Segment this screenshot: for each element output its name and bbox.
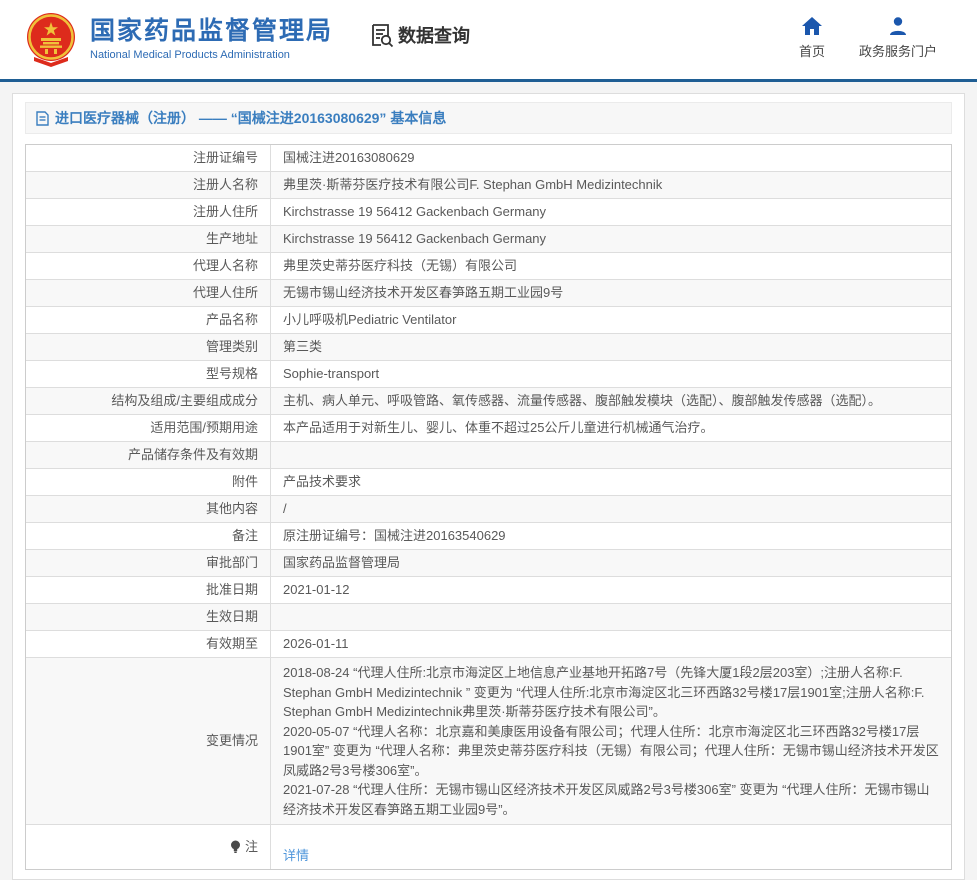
table-row: 产品名称 小儿呼吸机Pediatric Ventilator	[26, 307, 951, 334]
field-value: 弗里茨史蒂芬医疗科技（无锡）有限公司	[271, 253, 951, 279]
field-label: 结构及组成/主要组成成分	[26, 388, 271, 414]
site-header: 国家药品监督管理局 National Medical Products Admi…	[0, 0, 977, 82]
field-label: 适用范围/预期用途	[26, 415, 271, 441]
brand-name-en: National Medical Products Administration	[90, 49, 333, 61]
table-row: 附件 产品技术要求	[26, 469, 951, 496]
table-row: 有效期至 2026-01-11	[26, 631, 951, 658]
field-label: 有效期至	[26, 631, 271, 657]
nmpa-emblem-logo	[24, 11, 78, 69]
home-icon	[801, 16, 823, 36]
table-row: 生效日期	[26, 604, 951, 631]
field-label: 其他内容	[26, 496, 271, 522]
field-label: 附件	[26, 469, 271, 495]
brand[interactable]: 国家药品监督管理局 National Medical Products Admi…	[24, 11, 333, 69]
field-label: 型号规格	[26, 361, 271, 387]
field-label: 管理类别	[26, 334, 271, 360]
field-label: 注册证编号	[26, 145, 271, 171]
table-row: 管理类别 第三类	[26, 334, 951, 361]
field-value	[271, 442, 951, 468]
field-label: 产品名称	[26, 307, 271, 333]
field-value: 2018-08-24 “代理人住所:北京市海淀区上地信息产业基地开拓路7号（先锋…	[271, 658, 951, 824]
field-label: 注册人名称	[26, 172, 271, 198]
table-row: 适用范围/预期用途 本产品适用于对新生儿、婴儿、体重不超过25公斤儿童进行机械通…	[26, 415, 951, 442]
field-label: 备注	[26, 523, 271, 549]
document-search-icon	[369, 22, 395, 48]
detail-link[interactable]: 详情	[283, 848, 309, 863]
field-value	[271, 604, 951, 630]
registration-info-table: 注册证编号 国械注进20163080629 注册人名称 弗里茨·斯蒂芬医疗技术有…	[25, 144, 952, 870]
field-label: 变更情况	[26, 658, 271, 824]
field-value: Kirchstrasse 19 56412 Gackenbach Germany	[271, 199, 951, 225]
field-value: 第三类	[271, 334, 951, 360]
field-value: /	[271, 496, 951, 522]
brand-name-cn: 国家药品监督管理局	[90, 18, 333, 46]
field-value: 弗里茨·斯蒂芬医疗技术有限公司F. Stephan GmbH Medizinte…	[271, 172, 951, 198]
nav-home-label: 首页	[799, 41, 825, 60]
field-value: 2021-01-12	[271, 577, 951, 603]
field-label: 代理人住所	[26, 280, 271, 306]
field-label: 批准日期	[26, 577, 271, 603]
field-label: 生产地址	[26, 226, 271, 252]
page-title: 进口医疗器械（注册） —— “国械注进20163080629” 基本信息	[55, 108, 446, 128]
data-query-nav[interactable]: 数据查询	[369, 22, 470, 48]
table-row: 代理人名称 弗里茨史蒂芬医疗科技（无锡）有限公司	[26, 253, 951, 280]
table-row: 型号规格 Sophie-transport	[26, 361, 951, 388]
table-row: 结构及组成/主要组成成分 主机、病人单元、呼吸管路、氧传感器、流量传感器、腹部触…	[26, 388, 951, 415]
table-row: 代理人住所 无锡市锡山经济技术开发区春笋路五期工业园9号	[26, 280, 951, 307]
document-icon	[36, 111, 49, 126]
field-value: 国家药品监督管理局	[271, 550, 951, 576]
table-row: 产品储存条件及有效期	[26, 442, 951, 469]
field-value: 本产品适用于对新生儿、婴儿、体重不超过25公斤儿童进行机械通气治疗。	[271, 415, 951, 441]
table-row: 审批部门 国家药品监督管理局	[26, 550, 951, 577]
table-row: 批准日期 2021-01-12	[26, 577, 951, 604]
nav-home[interactable]: 首页	[799, 16, 825, 60]
field-value: 产品技术要求	[271, 469, 951, 495]
table-row-note: 注 详情	[26, 825, 951, 869]
content-panel: 进口医疗器械（注册） —— “国械注进20163080629” 基本信息 注册证…	[12, 93, 965, 880]
data-query-label: 数据查询	[398, 22, 470, 48]
user-icon	[888, 16, 908, 36]
table-row: 注册人住所 Kirchstrasse 19 56412 Gackenbach G…	[26, 199, 951, 226]
field-label: 注册人住所	[26, 199, 271, 225]
field-label: 注	[26, 825, 271, 869]
nav-portal-label: 政务服务门户	[859, 41, 937, 60]
nav-portal[interactable]: 政务服务门户	[859, 16, 937, 60]
table-row: 注册证编号 国械注进20163080629	[26, 145, 951, 172]
field-value: 原注册证编号：国械注进20163540629	[271, 523, 951, 549]
bulb-icon	[230, 840, 241, 854]
table-row: 备注 原注册证编号：国械注进20163540629	[26, 523, 951, 550]
table-row: 其他内容 /	[26, 496, 951, 523]
table-row: 注册人名称 弗里茨·斯蒂芬医疗技术有限公司F. Stephan GmbH Med…	[26, 172, 951, 199]
field-value: 主机、病人单元、呼吸管路、氧传感器、流量传感器、腹部触发模块（选配）、腹部触发传…	[271, 388, 951, 414]
table-row: 生产地址 Kirchstrasse 19 56412 Gackenbach Ge…	[26, 226, 951, 253]
field-value: 详情	[271, 825, 951, 869]
table-row-change-history: 变更情况 2018-08-24 “代理人住所:北京市海淀区上地信息产业基地开拓路…	[26, 658, 951, 825]
field-value: Sophie-transport	[271, 361, 951, 387]
field-value: 小儿呼吸机Pediatric Ventilator	[271, 307, 951, 333]
field-value: Kirchstrasse 19 56412 Gackenbach Germany	[271, 226, 951, 252]
note-label: 注	[245, 838, 258, 856]
field-label: 审批部门	[26, 550, 271, 576]
field-value: 国械注进20163080629	[271, 145, 951, 171]
field-label: 产品储存条件及有效期	[26, 442, 271, 468]
field-value: 无锡市锡山经济技术开发区春笋路五期工业园9号	[271, 280, 951, 306]
page-title-bar: 进口医疗器械（注册） —— “国械注进20163080629” 基本信息	[25, 102, 952, 134]
field-label: 代理人名称	[26, 253, 271, 279]
field-value: 2026-01-11	[271, 631, 951, 657]
field-label: 生效日期	[26, 604, 271, 630]
